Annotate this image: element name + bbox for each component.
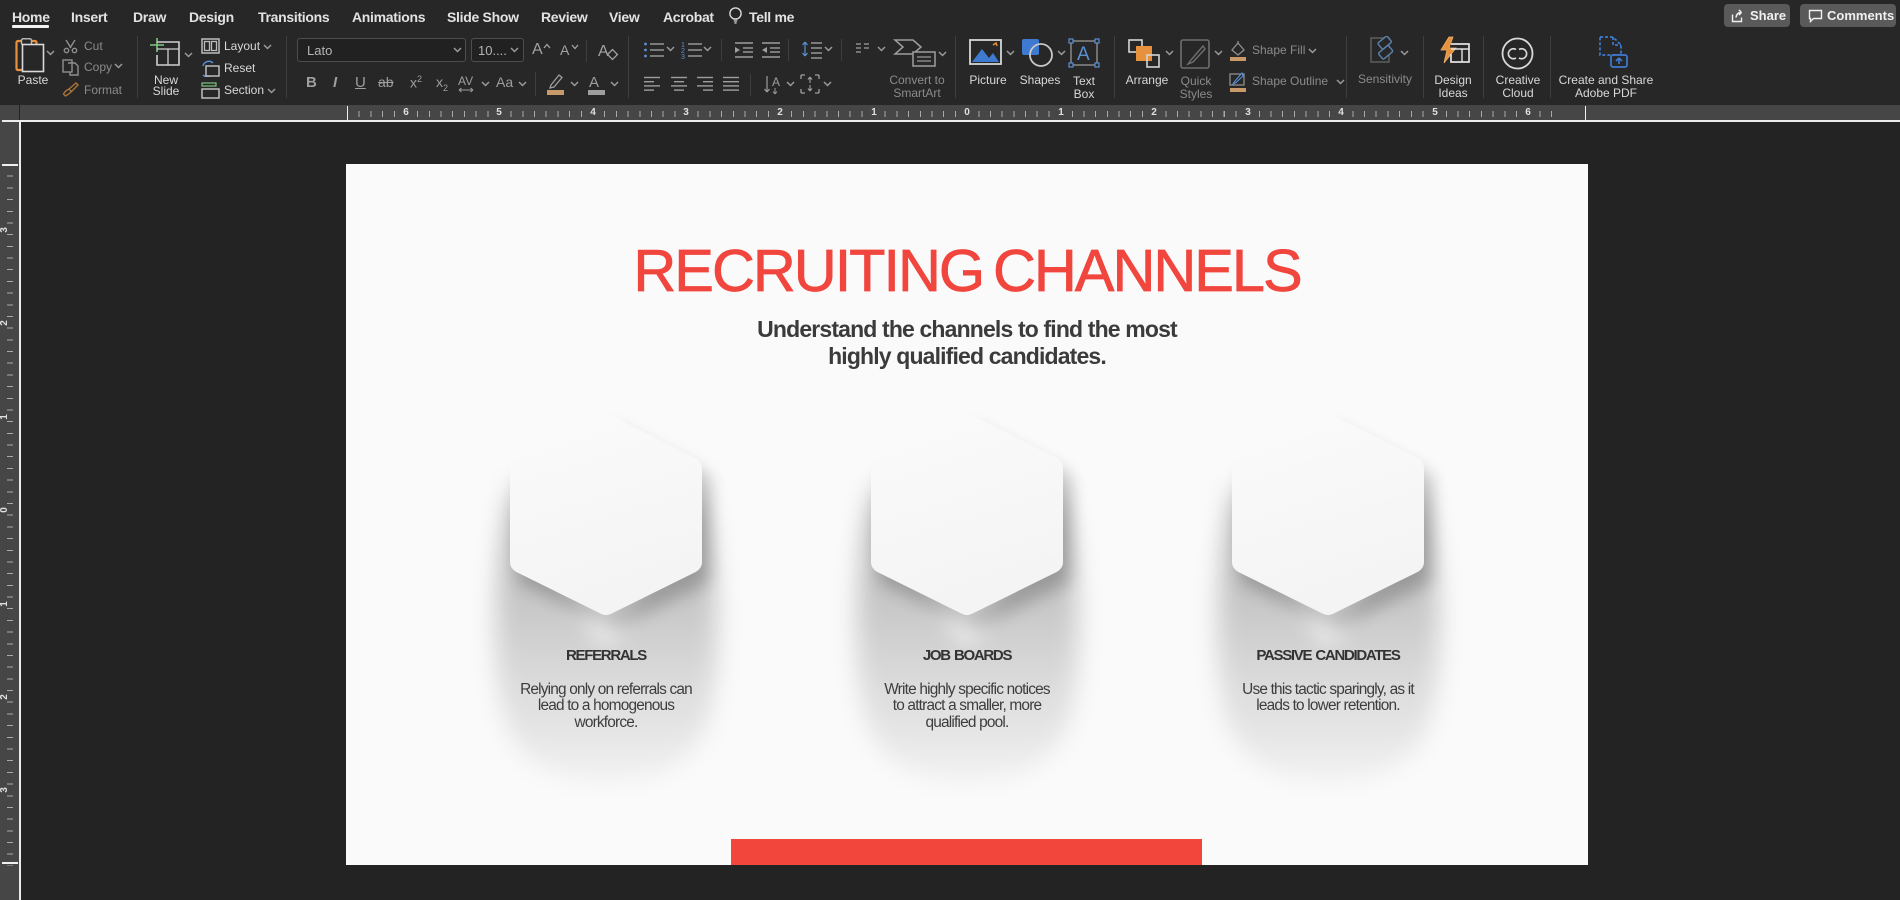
svg-text:3: 3 (681, 54, 685, 59)
svg-text:A: A (772, 75, 780, 89)
svg-text:AV: AV (458, 74, 473, 88)
svg-text:A: A (598, 43, 609, 60)
svg-text:A: A (1077, 44, 1090, 65)
svg-text:A: A (589, 74, 599, 91)
